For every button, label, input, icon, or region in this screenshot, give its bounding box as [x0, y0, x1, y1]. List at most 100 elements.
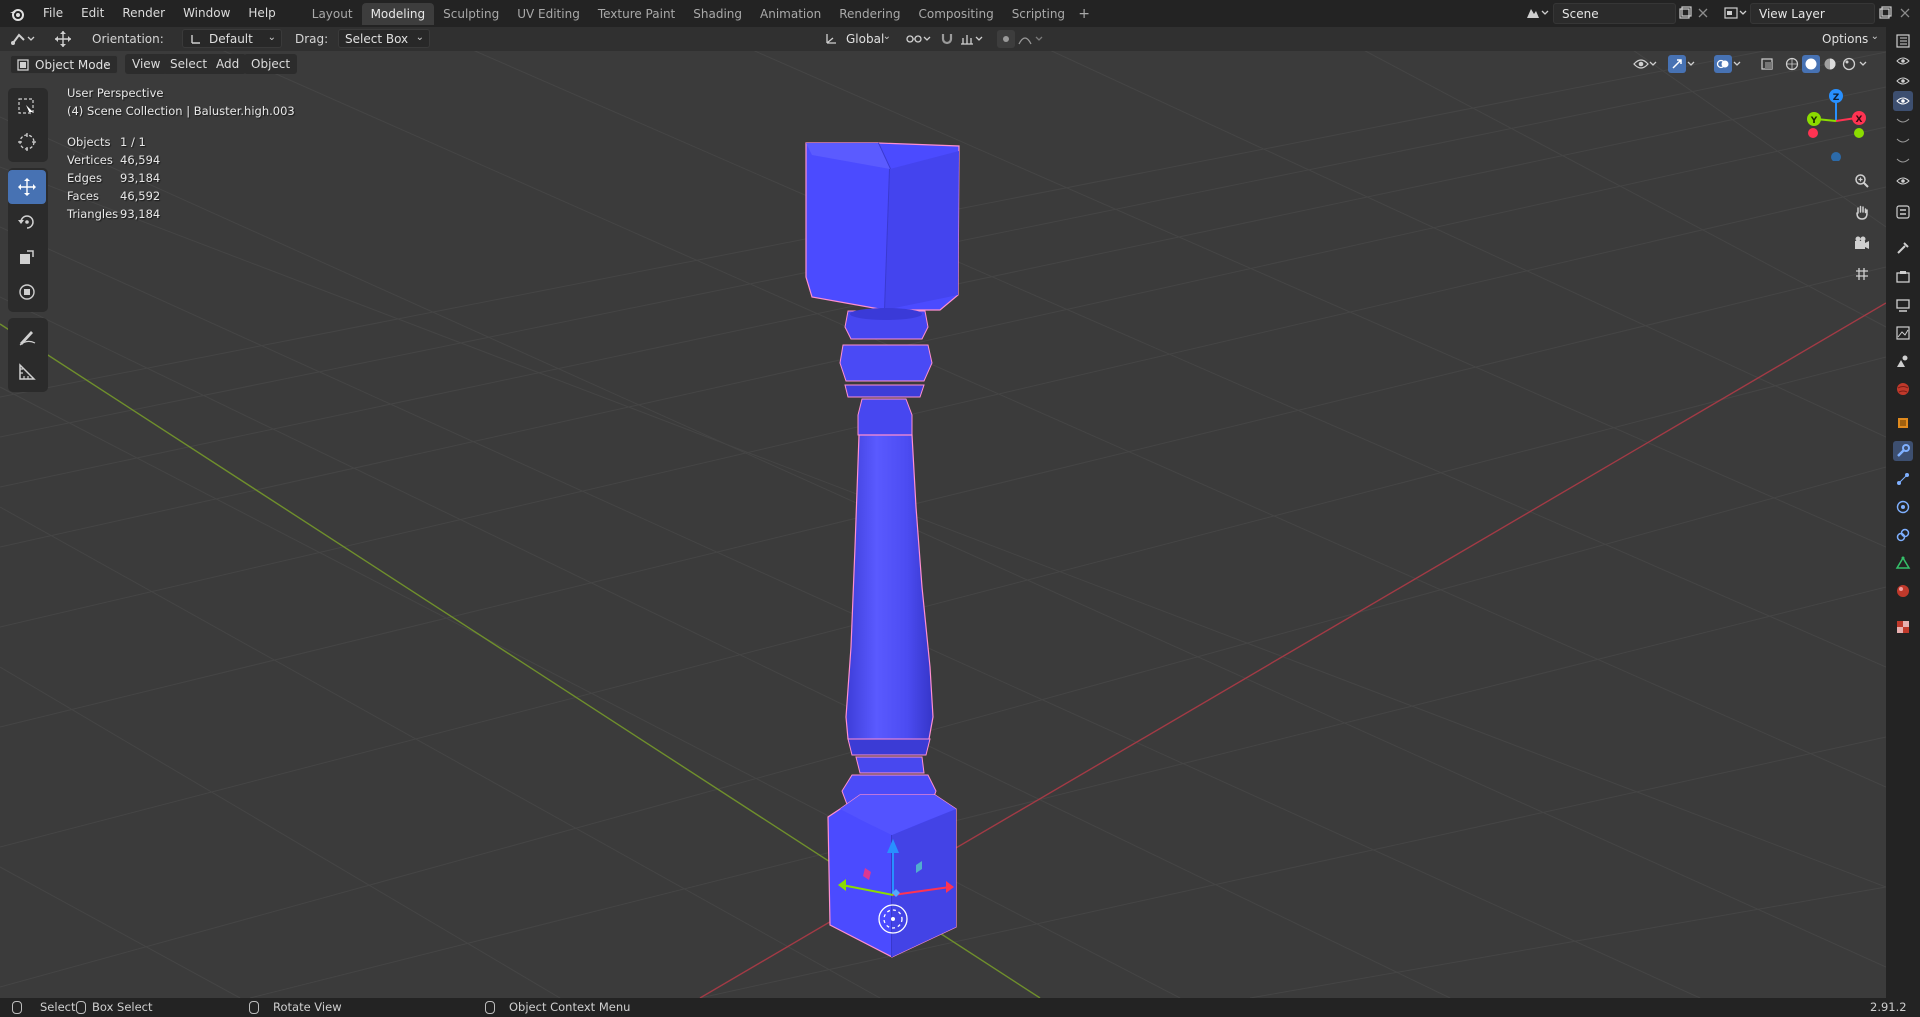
physics-icon[interactable]	[1893, 497, 1913, 517]
tab-uv-editing[interactable]: UV Editing	[508, 3, 589, 25]
xray-toggle-icon[interactable]	[1758, 55, 1776, 73]
viewport-menu-select[interactable]: Select	[163, 54, 215, 74]
cursor-tool-icon[interactable]	[8, 125, 46, 159]
top-menu-bar: File Edit Render Window Help Layout Mode…	[0, 0, 1920, 27]
outliner-icon[interactable]	[1893, 31, 1913, 51]
chevron-down-icon	[974, 30, 984, 48]
mesh-data-icon[interactable]	[1893, 553, 1913, 573]
hidden-eye-icon[interactable]	[1893, 131, 1913, 151]
wireframe-shading-icon[interactable]	[1783, 55, 1801, 73]
left-toolbar	[8, 88, 48, 398]
version-label: 2.91.2	[1870, 1000, 1907, 1014]
view-layer-field[interactable]: View Layer	[1750, 3, 1875, 24]
visibility-eye-icon[interactable]	[1893, 71, 1913, 91]
falloff-curve-icon[interactable]	[1016, 30, 1034, 48]
options-dropdown[interactable]: Options ⌄	[1816, 29, 1884, 48]
chevron-down-icon: ⌄	[1870, 31, 1879, 42]
particles-icon[interactable]	[1893, 469, 1913, 489]
chevron-down-icon	[1648, 55, 1658, 73]
properties-editor-icon[interactable]	[1893, 202, 1913, 222]
tab-shading[interactable]: Shading	[684, 3, 751, 25]
baluster-object[interactable]	[805, 142, 960, 958]
gizmo-z-label: Z	[1833, 93, 1840, 103]
object-mode-icon	[17, 58, 29, 71]
view-layer-properties-icon[interactable]	[1893, 323, 1913, 343]
modifier-wrench-icon[interactable]	[1893, 441, 1913, 461]
menu-file[interactable]: File	[34, 0, 72, 27]
visibility-eye-active-icon[interactable]	[1893, 91, 1913, 111]
pan-view-hand-icon[interactable]	[1849, 199, 1875, 225]
stat-key: Edges	[67, 171, 102, 185]
viewport-menu-object[interactable]: Object	[244, 54, 298, 74]
drag-dropdown[interactable]: Select Box ⌄	[338, 29, 430, 48]
tab-animation[interactable]: Animation	[751, 3, 830, 25]
scene-name-field[interactable]: Scene	[1553, 3, 1676, 24]
object-properties-icon[interactable]	[1893, 413, 1913, 433]
annotate-tool-icon[interactable]	[8, 320, 46, 354]
gizmos-toggle-icon[interactable]	[1668, 55, 1686, 73]
zoom-view-icon[interactable]	[1849, 168, 1875, 194]
hidden-eye-icon[interactable]	[1893, 151, 1913, 171]
output-properties-icon[interactable]	[1893, 295, 1913, 315]
hidden-eye-icon[interactable]	[1893, 111, 1913, 131]
status-bar: Select Box Select Rotate View Object Con…	[0, 998, 1920, 1017]
select-box-tool-icon[interactable]	[8, 90, 46, 124]
properties-tab-strip	[1886, 27, 1920, 998]
blender-logo-icon[interactable]	[0, 0, 34, 27]
move-tool-icon	[52, 30, 74, 48]
orientation-dropdown[interactable]: Default ⌄	[182, 29, 282, 48]
render-properties-icon[interactable]	[1893, 267, 1913, 287]
transform-orientation-value: Global	[846, 31, 885, 46]
overlays-toggle-icon[interactable]	[1714, 55, 1732, 73]
delete-scene-icon[interactable]	[1694, 4, 1712, 22]
orthographic-toggle-icon[interactable]	[1849, 261, 1875, 287]
tab-layout[interactable]: Layout	[303, 3, 362, 25]
scene-properties-icon[interactable]	[1893, 351, 1913, 371]
menu-window[interactable]: Window	[174, 0, 239, 27]
viewport-menu-add[interactable]: Add	[209, 54, 247, 74]
menu-edit[interactable]: Edit	[72, 0, 113, 27]
tab-modeling[interactable]: Modeling	[361, 2, 435, 25]
world-properties-icon[interactable]	[1893, 379, 1913, 399]
mode-dropdown[interactable]: Object Mode ⌄	[10, 55, 118, 74]
rendered-shading-icon[interactable]	[1840, 55, 1858, 73]
status-box-select-label: Box Select	[92, 1000, 153, 1014]
menu-help[interactable]: Help	[239, 0, 284, 27]
transform-orientation-dropdown[interactable]: Global ⌄	[818, 29, 896, 48]
tab-sculpting[interactable]: Sculpting	[434, 3, 508, 25]
constraints-icon[interactable]	[1893, 525, 1913, 545]
viewport-menu-view[interactable]: View	[125, 54, 168, 74]
snap-magnet-icon[interactable]	[938, 30, 956, 48]
tab-texture-paint[interactable]: Texture Paint	[589, 3, 684, 25]
pivot-point-icon[interactable]	[904, 30, 924, 48]
scale-tool-icon[interactable]	[8, 240, 46, 274]
camera-view-icon[interactable]	[1849, 230, 1875, 256]
tab-compositing[interactable]: Compositing	[909, 3, 1002, 25]
stat-key: Triangles	[67, 207, 119, 221]
mouse-drag-icon	[76, 1001, 86, 1014]
stat-key: Faces	[67, 189, 99, 203]
delete-view-layer-icon[interactable]	[1896, 4, 1914, 22]
mouse-middle-icon	[249, 1001, 259, 1014]
menu-render[interactable]: Render	[113, 0, 174, 27]
proportional-editing-icon[interactable]	[997, 30, 1015, 48]
new-view-layer-icon[interactable]	[1876, 4, 1894, 22]
add-workspace-button[interactable]: +	[1074, 6, 1094, 22]
material-preview-icon[interactable]	[1821, 55, 1839, 73]
move-tool-icon[interactable]	[8, 170, 46, 204]
measure-tool-icon[interactable]	[8, 355, 46, 389]
new-scene-icon[interactable]	[1676, 4, 1694, 22]
visibility-eye-icon[interactable]	[1893, 171, 1913, 191]
material-properties-icon[interactable]	[1893, 581, 1913, 601]
transform-tool-icon[interactable]	[8, 275, 46, 309]
rotate-tool-icon[interactable]	[8, 205, 46, 239]
visibility-eye-icon[interactable]	[1893, 51, 1913, 71]
tab-scripting[interactable]: Scripting	[1003, 3, 1074, 25]
tab-rendering[interactable]: Rendering	[830, 3, 909, 25]
solid-shading-icon[interactable]	[1802, 55, 1820, 73]
tool-properties-icon[interactable]	[1893, 238, 1913, 258]
tool-group-annotate	[8, 318, 48, 392]
texture-properties-icon[interactable]	[1893, 617, 1913, 637]
3d-viewport[interactable]: User Perspective (4) Scene Collection | …	[0, 27, 1886, 998]
navigation-gizmo[interactable]: Z X Y	[1796, 81, 1876, 161]
